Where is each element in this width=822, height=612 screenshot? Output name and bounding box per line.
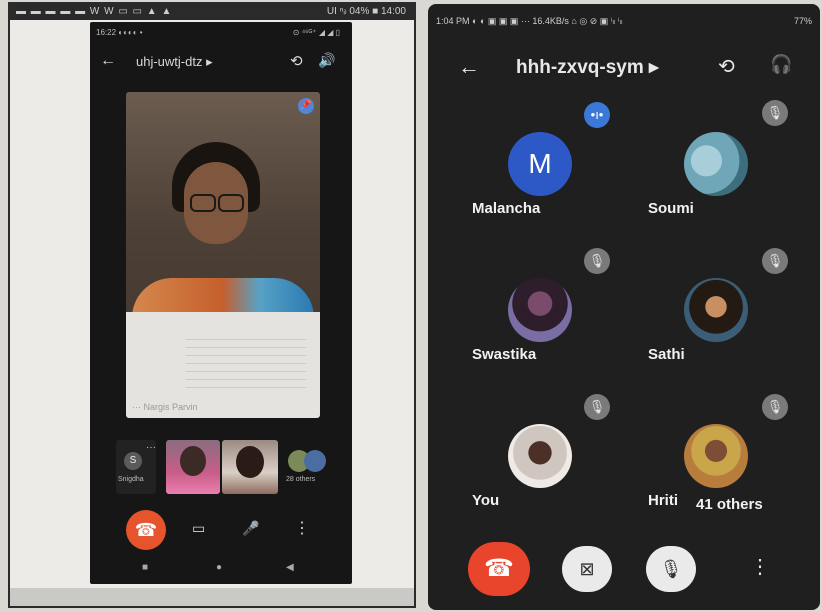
mic-off-icon: 🎙 [762,248,788,274]
meet-app-bar: ← hhh-zxvq-sym ▸ ⟲ 🎧 [428,52,820,86]
headset-icon[interactable]: 🎧 [770,54,792,75]
strip-right-status: UI ⁿᵢₗ 04% ■ 14:00 [326,6,406,17]
thumbnail-snigdha[interactable]: S ··· Snigdha [116,440,156,494]
participant-name: Hriti [648,492,678,509]
avatar: S [124,452,142,470]
thumbnail-face-shape [180,446,206,476]
thumbnail-face-shape [236,446,264,478]
paper-lines [186,332,306,392]
back-arrow-icon[interactable]: ← [100,52,116,70]
avatar [304,450,326,472]
back-arrow-icon[interactable]: ← [458,54,480,80]
thumbnail-participant-video[interactable] [222,440,278,494]
mic-off-icon: 🎙 [762,394,788,420]
avatar[interactable] [508,424,572,488]
participant-name: Malancha [472,200,541,217]
microphone-icon[interactable]: 🎤 [242,520,259,537]
recents-icon[interactable]: ■ [142,562,148,573]
pin-icon[interactable]: 📌 [298,98,314,114]
photo-bottom-strip [10,588,414,606]
avatar[interactable] [684,132,748,196]
status-time: 16:22 ◐◐◐◐ • [96,28,143,37]
left-screenshot: ▬ ▬ ▬ ▬ ▬ W W ▭ ▭ ▲ ▲ UI ⁿᵢₗ 04% ■ 14:00… [8,2,416,608]
more-options-icon[interactable]: ⋮ [294,518,310,538]
call-controls: ☎ ⊠ 🎙 ⋮ [428,538,820,600]
glasses-left-shape [190,194,216,212]
home-icon[interactable]: ● [216,562,222,573]
others-count-label[interactable]: 41 others [696,496,763,513]
speaking-indicator-icon: •ı• [584,102,610,128]
meet-app-bar: ← uhj-uwtj-dtz ▸ ⟲ 🔊 [90,48,352,76]
thumbnail-others[interactable]: 28 others [286,440,334,494]
participant-name: Swastika [472,346,537,363]
camera-off-button[interactable]: ⊠ [562,546,612,592]
participant-thumbnail-strip: S ··· Snigdha 28 others [116,440,346,496]
strip-left-icons: ▬ ▬ ▬ ▬ ▬ W W ▭ ▭ ▲ ▲ [16,6,173,17]
others-count-label: 28 others [286,476,316,483]
camera-icon[interactable]: ▭ [192,520,205,537]
participant-name: You [472,492,500,509]
avatar[interactable] [508,278,572,342]
glasses-right-shape [218,194,244,212]
end-call-button[interactable]: ☎ [126,510,166,550]
more-options-icon[interactable]: ⋮ [750,554,770,579]
mic-off-button[interactable]: 🎙 [646,546,696,592]
avatar[interactable] [684,424,748,488]
android-nav-bar: ■ ● ◀ [90,562,352,578]
mic-off-icon: 🎙 [584,394,610,420]
avatar[interactable]: M [508,132,572,196]
back-nav-icon[interactable]: ◀ [286,562,294,573]
left-phone-screen: 16:22 ◐◐◐◐ • ⊙ ⁴⁶ᴳ⁺ ◢ ◢ ▯ ← uhj-uwtj-dtz… [90,22,352,584]
end-call-button[interactable]: ☎ [468,542,530,596]
avatar[interactable] [684,278,748,342]
right-phone-screen: 1:04 PM ◐ ◐ ▣ ▣ ▣ ··· 16.4KB/s ⌂ ◎ ⊘ ▣ ⁱ… [428,4,820,610]
status-left: 1:04 PM ◐ ◐ ▣ ▣ ▣ ··· 16.4KB/s ⌂ ◎ ⊘ ▣ ⁱ… [436,16,623,26]
mic-off-icon: 🎙 [762,100,788,126]
switch-camera-icon[interactable]: ⟲ [718,54,735,79]
participant-name: Soumi [648,200,694,217]
status-bar: 1:04 PM ◐ ◐ ▣ ▣ ▣ ··· 16.4KB/s ⌂ ◎ ⊘ ▣ ⁱ… [436,16,816,32]
thumbnail-participant-video[interactable] [166,440,220,494]
status-bar: 16:22 ◐◐◐◐ • ⊙ ⁴⁶ᴳ⁺ ◢ ◢ ▯ [96,28,346,38]
main-participant-video[interactable]: 📌 ··· Nargis Parvin [126,92,320,418]
mic-off-icon: 🎙 [584,248,610,274]
call-controls: ☎ ▭ 🎤 ⋮ [90,510,352,550]
meeting-code-title[interactable]: uhj-uwtj-dtz ▸ [136,54,213,70]
switch-camera-icon[interactable]: ⟲ [290,52,303,70]
status-icons: ⊙ ⁴⁶ᴳ⁺ ◢ ◢ ▯ [292,28,340,37]
participant-name-tag: ··· Nargis Parvin [132,402,198,412]
battery-percent: 77% [793,16,812,26]
more-dots-icon[interactable]: ··· [146,442,156,453]
thumbnail-label: Snigdha [118,476,144,483]
speaker-icon[interactable]: 🔊 [318,52,335,69]
meeting-code-title[interactable]: hhh-zxvq-sym ▸ [516,56,659,79]
photo-top-status-strip: ▬ ▬ ▬ ▬ ▬ W W ▭ ▭ ▲ ▲ UI ⁿᵢₗ 04% ■ 14:00 [10,4,414,20]
participant-name: Sathi [648,346,685,363]
